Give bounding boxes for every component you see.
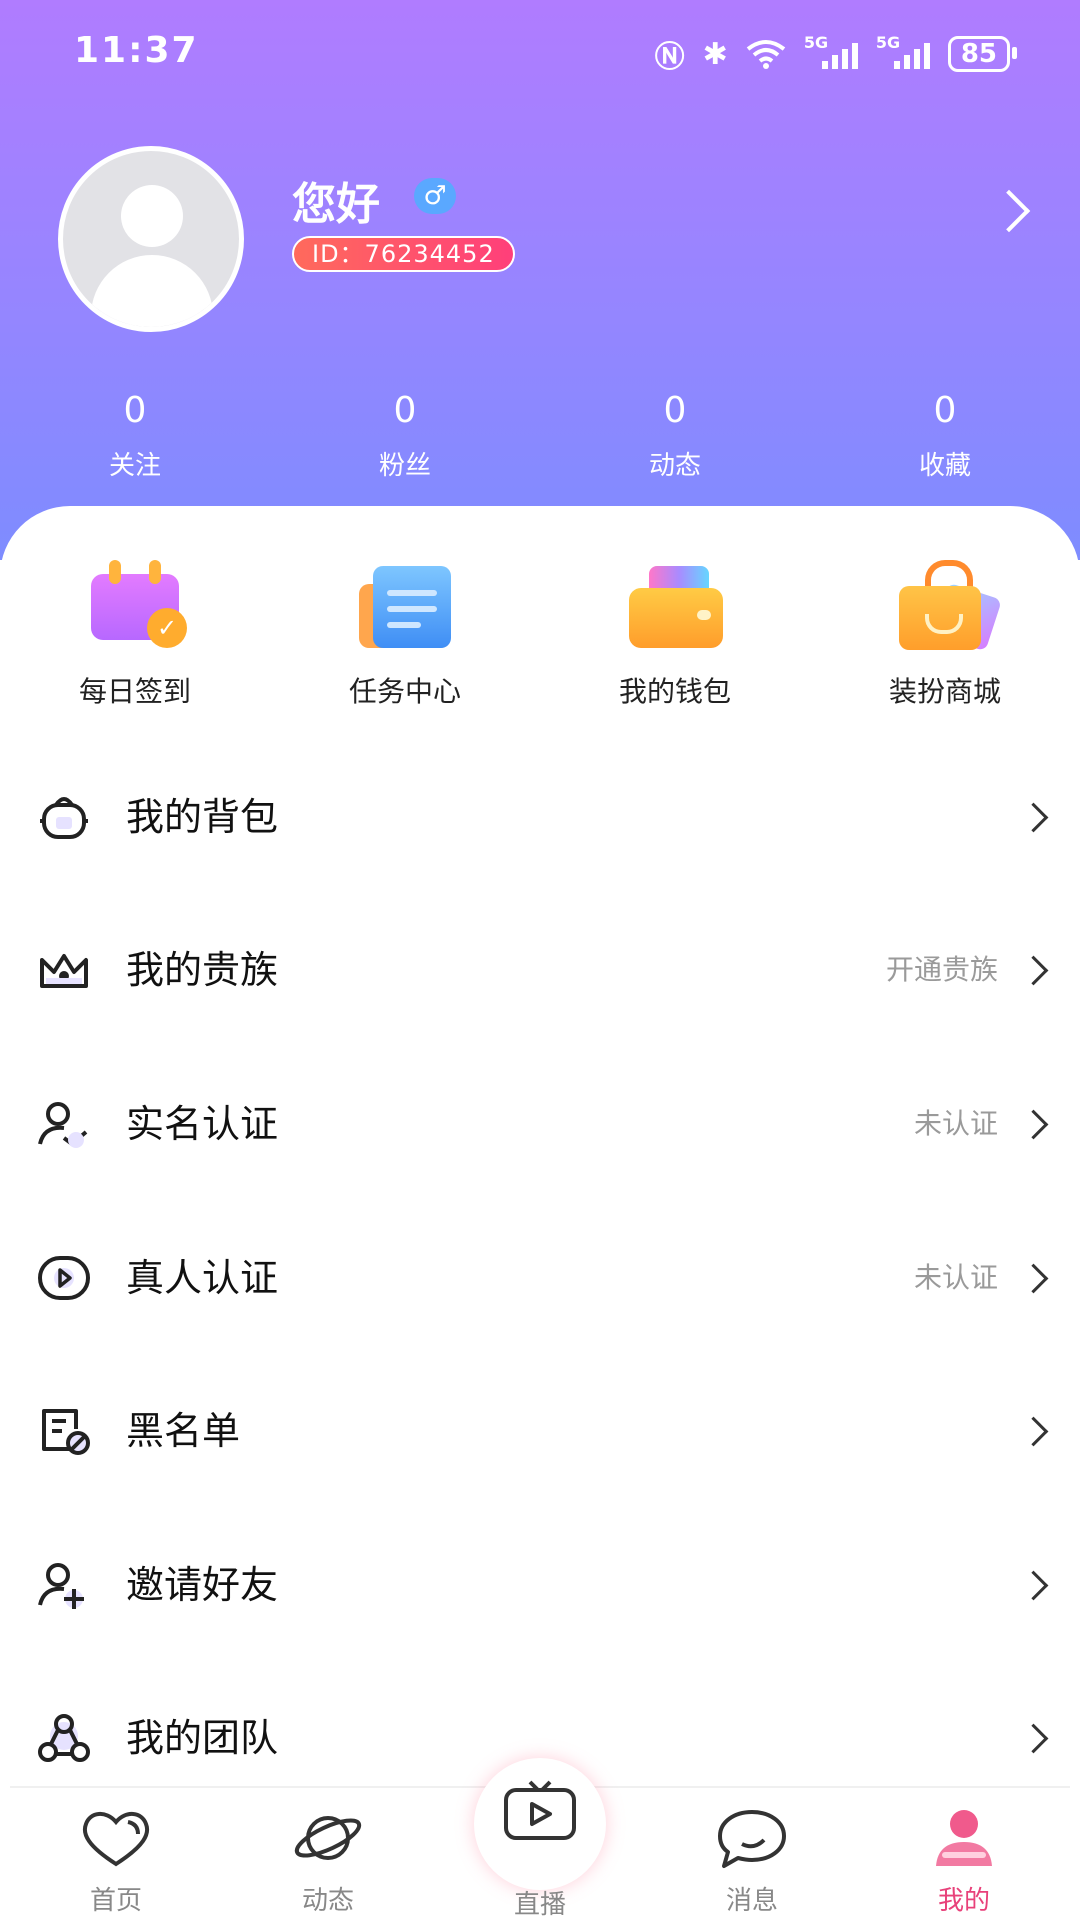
quick-action-daily-checkin[interactable]: ✓ 每日签到	[25, 560, 245, 710]
chevron-right-icon	[1018, 956, 1049, 986]
chevron-right-icon	[1018, 1416, 1049, 1447]
quick-action-label: 任务中心	[348, 675, 461, 708]
shopping-bag-icon	[895, 560, 1002, 652]
chevron-right-icon	[1018, 1570, 1049, 1601]
tv-play-icon	[504, 1780, 576, 1840]
settings-menu: 我的背包 我的贵族 开通贵族 实名认证 未认证 真人认证 未认证 黑名单 邀请好…	[0, 740, 1080, 1815]
tab-label: 首页	[89, 1886, 142, 1916]
stat-value: 0	[393, 390, 417, 431]
status-time: 11:37	[74, 30, 199, 71]
quick-action-wallet[interactable]: 我的钱包	[565, 560, 785, 710]
quick-action-label: 每日签到	[78, 675, 191, 708]
menu-item-label: 我的团队	[126, 1716, 279, 1761]
chat-bubble-icon	[718, 1810, 786, 1868]
user-verify-icon	[38, 1101, 88, 1148]
tab-label: 动态	[301, 1886, 354, 1916]
chevron-right-icon	[1018, 1263, 1049, 1293]
stat-label: 关注	[108, 451, 161, 481]
menu-item-realperson-verification[interactable]: 真人认证 未认证	[0, 1201, 1080, 1355]
menu-item-hint: 未认证	[913, 1260, 998, 1294]
status-bar: 11:37 Ⓝ ✱ 5G 5G 85	[0, 0, 1080, 104]
stat-value: 0	[933, 390, 957, 431]
menu-item-invite-friends[interactable]: 邀请好友	[0, 1508, 1080, 1662]
menu-item-label: 真人认证	[126, 1255, 279, 1300]
quick-action-task-center[interactable]: 任务中心	[295, 560, 515, 710]
backpack-icon	[40, 796, 88, 839]
stat-label: 收藏	[918, 451, 971, 481]
menu-item-nobility[interactable]: 我的贵族 开通贵族	[0, 894, 1080, 1048]
menu-item-blacklist[interactable]: 黑名单	[0, 1354, 1080, 1508]
heart-icon	[82, 1812, 150, 1867]
tab-live[interactable]: 直播	[434, 1758, 646, 1922]
menu-item-realname-verification[interactable]: 实名认证 未认证	[0, 1047, 1080, 1201]
chevron-right-icon	[1018, 1724, 1049, 1754]
play-verify-icon	[38, 1255, 90, 1300]
tab-me[interactable]: 我的	[858, 1788, 1070, 1922]
stats-row: 0 关注 0 粉丝 0 动态 0 收藏	[0, 390, 1080, 482]
stat-posts[interactable]: 0 动态	[575, 390, 775, 482]
menu-item-label: 黑名单	[126, 1409, 241, 1454]
wallet-icon	[625, 560, 725, 650]
planet-icon	[294, 1816, 362, 1860]
tab-label: 消息	[725, 1886, 778, 1916]
nfc-icon: Ⓝ	[654, 40, 685, 75]
blacklist-icon	[42, 1409, 90, 1456]
stat-value: 0	[123, 390, 147, 431]
chevron-right-icon	[1018, 1109, 1049, 1140]
menu-item-hint: 开通贵族	[885, 953, 998, 987]
bottom-tab-bar: 首页 动态 直播 消息 我的	[10, 1758, 1070, 1922]
stat-following[interactable]: 0 关注	[35, 390, 235, 482]
bluetooth-icon: ✱	[702, 36, 728, 72]
avatar[interactable]	[58, 146, 244, 332]
stat-fans[interactable]: 0 粉丝	[305, 390, 505, 482]
menu-item-label: 我的背包	[126, 794, 279, 839]
invite-user-icon	[38, 1562, 84, 1609]
tab-label: 直播	[513, 1890, 566, 1920]
stat-favorites[interactable]: 0 收藏	[845, 390, 1045, 482]
tab-home[interactable]: 首页	[10, 1788, 222, 1922]
signal-5g-icon-2: 5G	[876, 33, 930, 69]
menu-item-label: 邀请好友	[126, 1562, 279, 1607]
quick-action-dressup-store[interactable]: 装扮商城	[835, 560, 1055, 710]
calendar-check-icon: ✓	[85, 560, 187, 650]
tab-label: 我的	[937, 1886, 990, 1916]
menu-item-backpack[interactable]: 我的背包	[0, 740, 1080, 894]
wifi-icon	[746, 40, 786, 69]
person-icon	[936, 1810, 992, 1866]
chevron-right-icon	[1018, 802, 1049, 833]
stat-value: 0	[663, 390, 687, 431]
user-id-badge: ID：76234452	[292, 236, 515, 272]
nickname: 您好	[292, 179, 380, 230]
stat-label: 粉丝	[378, 451, 431, 481]
tab-messages[interactable]: 消息	[646, 1788, 858, 1922]
menu-item-hint: 未认证	[913, 1106, 998, 1140]
quick-actions: ✓ 每日签到 任务中心 我的钱包 装扮商城	[0, 560, 1080, 710]
quick-action-label: 装扮商城	[888, 675, 1001, 708]
stat-label: 动态	[648, 451, 701, 481]
battery-indicator: 85	[947, 36, 1018, 72]
quick-action-label: 我的钱包	[618, 675, 731, 708]
menu-item-label: 我的贵族	[126, 948, 279, 993]
crown-icon	[40, 954, 88, 989]
signal-5g-icon-1: 5G	[804, 33, 858, 69]
gender-male-icon: ♂	[414, 178, 456, 214]
status-icons: Ⓝ ✱ 5G 5G 85	[654, 32, 1018, 76]
task-document-icon	[355, 560, 455, 650]
team-icon	[38, 1714, 90, 1763]
menu-item-label: 实名认证	[126, 1101, 279, 1146]
tab-feed[interactable]: 动态	[222, 1788, 434, 1922]
